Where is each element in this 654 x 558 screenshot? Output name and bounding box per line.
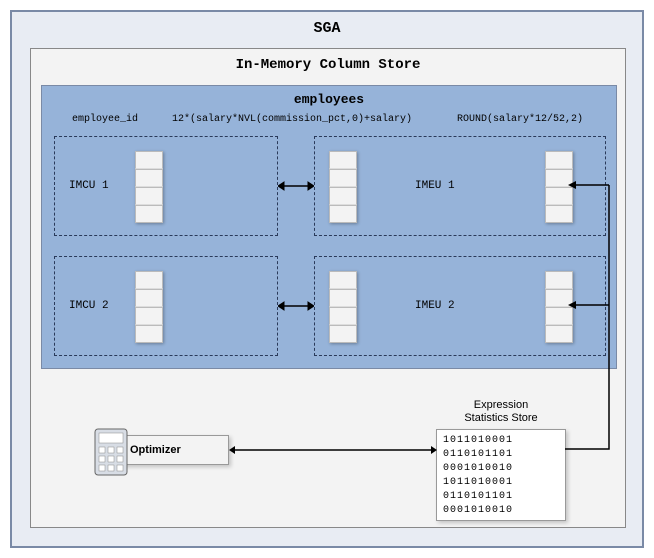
ess-title: Expression Statistics Store <box>421 399 581 425</box>
optimizer-container: Optimizer <box>121 435 229 465</box>
imcu1-column <box>135 151 163 223</box>
ess-title-line1: Expression <box>474 399 528 411</box>
imcu1-label: IMCU 1 <box>69 180 109 192</box>
ess-row: 0110101101 <box>443 448 559 462</box>
ess-row: 1011010001 <box>443 476 559 490</box>
arrow-optimizer-ess <box>229 444 437 456</box>
cell <box>329 151 357 169</box>
cell <box>135 325 163 343</box>
ess-row: 0110101101 <box>443 490 559 504</box>
cell <box>545 151 573 169</box>
cell <box>135 169 163 187</box>
col-header-employee-id: employee_id <box>72 114 138 125</box>
imeu1-label: IMEU 1 <box>415 180 455 192</box>
cell <box>135 271 163 289</box>
ess-row: 1011010001 <box>443 434 559 448</box>
sga-title: SGA <box>12 12 642 45</box>
imeu2-box: IMEU 2 <box>314 256 606 356</box>
col-header-round: ROUND(salary*12/52,2) <box>457 114 583 125</box>
ess-row: 0001010010 <box>443 504 559 518</box>
imeu2-label: IMEU 2 <box>415 300 455 312</box>
imeu2-column-a <box>329 271 357 343</box>
imcs-title: In-Memory Column Store <box>31 49 625 81</box>
calculator-icon <box>93 427 129 477</box>
ess-data-box: 1011010001 0110101101 0001010010 1011010… <box>436 429 566 521</box>
cell <box>135 187 163 205</box>
imeu1-column-a <box>329 151 357 223</box>
imcu2-box: IMCU 2 <box>54 256 278 356</box>
cell <box>135 205 163 223</box>
arrow-imcu2-imeu2 <box>278 300 314 312</box>
arrow-imcu1-imeu1 <box>278 180 314 192</box>
cell <box>135 307 163 325</box>
sga-container: SGA In-Memory Column Store employees emp… <box>10 10 644 548</box>
cell <box>135 151 163 169</box>
ess-title-line2: Statistics Store <box>464 412 537 424</box>
optimizer-box: Optimizer <box>121 435 229 465</box>
cell <box>329 169 357 187</box>
ess-row: 0001010010 <box>443 462 559 476</box>
cell <box>329 325 357 343</box>
cell <box>329 205 357 223</box>
imcu2-label: IMCU 2 <box>69 300 109 312</box>
cell <box>329 307 357 325</box>
cell <box>329 289 357 307</box>
col-header-expression: 12*(salary*NVL(commission_pct,0)+salary) <box>172 114 412 125</box>
optimizer-label: Optimizer <box>130 444 181 456</box>
employees-title: employees <box>42 86 616 113</box>
arrow-ess-to-imeu <box>565 169 615 459</box>
cell <box>329 271 357 289</box>
ess-container: Expression Statistics Store 1011010001 0… <box>421 399 581 519</box>
imcu2-column <box>135 271 163 343</box>
cell <box>329 187 357 205</box>
cell <box>135 289 163 307</box>
imcu1-box: IMCU 1 <box>54 136 278 236</box>
imcs-container: In-Memory Column Store employees employe… <box>30 48 626 528</box>
employees-table-container: employees employee_id 12*(salary*NVL(com… <box>41 85 617 369</box>
imeu1-box: IMEU 1 <box>314 136 606 236</box>
